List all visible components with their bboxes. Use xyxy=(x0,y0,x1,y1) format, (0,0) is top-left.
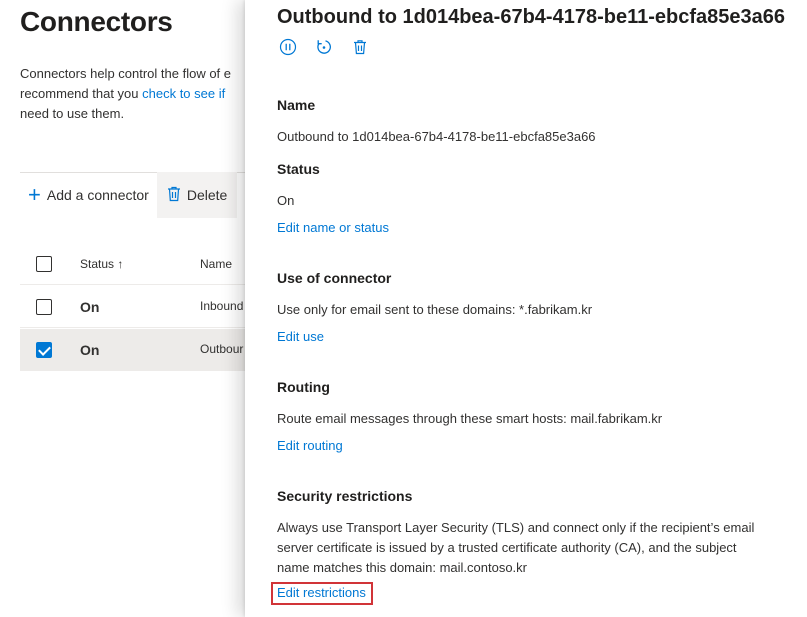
use-of-connector-value: Use only for email sent to these domains… xyxy=(277,302,593,317)
status-heading: Status xyxy=(277,161,320,177)
security-restrictions-heading: Security restrictions xyxy=(277,488,413,504)
row-name[interactable]: Inbound xyxy=(200,299,243,313)
add-connector-label: Add a connector xyxy=(46,187,149,203)
highlight-box xyxy=(271,582,373,605)
name-value: Outbound to 1d014bea-67b4-4178-be11-ebcf… xyxy=(277,129,596,144)
row-status: On xyxy=(80,342,100,358)
description-line-2: recommend that you check to see if xyxy=(20,84,260,104)
row-status: On xyxy=(80,299,100,315)
page-title: Connectors xyxy=(20,6,173,37)
edit-use-link[interactable]: Edit use xyxy=(277,329,324,344)
table-row[interactable]: On Outbour xyxy=(20,329,260,371)
description-line-1: Connectors help control the flow of e xyxy=(20,66,232,81)
status-value: On xyxy=(277,193,295,208)
grid-header: Status ↑ Name xyxy=(20,243,260,285)
delete-icon[interactable] xyxy=(349,36,371,58)
pause-icon[interactable] xyxy=(277,36,299,58)
routing-value: Route email messages through these smart… xyxy=(277,411,663,426)
row-checkbox[interactable] xyxy=(36,342,52,358)
edit-name-or-status-link[interactable]: Edit name or status xyxy=(277,220,389,235)
connector-details-panel: Outbound to 1d014bea-67b4-4178-be11-ebcf… xyxy=(245,0,807,617)
routing-heading: Routing xyxy=(277,379,330,395)
use-of-connector-heading: Use of connector xyxy=(277,270,392,286)
delete-button[interactable]: Delete xyxy=(156,172,238,218)
status-header-label: Status xyxy=(80,257,115,271)
name-column-header[interactable]: Name xyxy=(200,257,232,271)
panel-title: Outbound to 1d014bea-67b4-4178-be11-ebcf… xyxy=(277,6,785,28)
description-line-2-text: recommend that you xyxy=(20,86,143,101)
page-description: Connectors help control the flow of e re… xyxy=(20,64,260,124)
add-connector-button[interactable]: + Add a connector xyxy=(20,172,157,218)
status-column-header[interactable]: Status ↑ xyxy=(80,257,123,271)
row-checkbox[interactable] xyxy=(36,299,52,315)
select-all-checkbox[interactable] xyxy=(36,256,52,272)
security-restrictions-line-3: name matches this domain: mail.contoso.k… xyxy=(277,560,527,575)
row-name[interactable]: Outbour xyxy=(200,342,243,356)
refresh-icon[interactable] xyxy=(313,36,335,58)
delete-label: Delete xyxy=(186,187,228,203)
description-line-3: need to use them. xyxy=(20,106,125,121)
check-link[interactable]: check to see if xyxy=(142,86,225,101)
panel-toolbar xyxy=(277,36,371,58)
table-row[interactable]: On Inbound xyxy=(20,286,260,328)
command-bar: + Add a connector Delete xyxy=(20,172,238,218)
trash-icon xyxy=(167,186,181,205)
security-restrictions-line-2: server certificate is issued by a truste… xyxy=(277,540,737,555)
sort-ascending-icon: ↑ xyxy=(117,257,124,271)
plus-icon: + xyxy=(28,182,41,207)
name-heading: Name xyxy=(277,97,316,113)
security-restrictions-line-1: Always use Transport Layer Security (TLS… xyxy=(277,520,755,535)
edit-routing-link[interactable]: Edit routing xyxy=(277,438,343,453)
